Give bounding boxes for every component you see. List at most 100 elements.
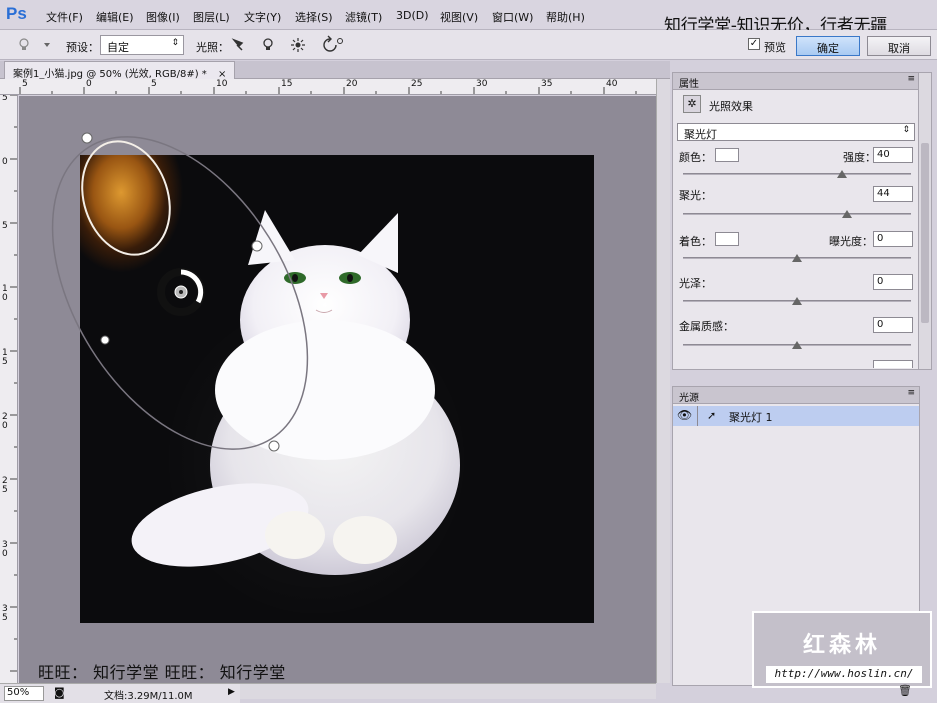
ok-button[interactable]: 确定 — [796, 36, 860, 56]
play-icon[interactable]: ▶ — [228, 687, 235, 697]
hotspot-label: 聚光： — [679, 189, 712, 202]
infinite-light-icon[interactable] — [291, 38, 305, 52]
ruler-left-label: 1 0 — [2, 284, 8, 303]
intensity-input[interactable]: 40 — [873, 147, 913, 163]
ruler-left-label: 2 0 — [2, 412, 8, 431]
ruler-left-label: 5 — [2, 221, 8, 231]
menu-type[interactable]: 文字(Y) — [244, 9, 281, 25]
chevron-updown-icon: ⇕ — [171, 38, 179, 48]
ruler-left-label: 3 5 — [2, 604, 8, 623]
properties-scrollbar[interactable] — [918, 72, 932, 370]
ruler-left-label: 3 0 — [2, 540, 8, 559]
spotlight-icon[interactable] — [231, 38, 244, 51]
menu-edit[interactable]: 编辑(E) — [96, 9, 134, 25]
chevron-updown-icon: ⇕ — [902, 125, 910, 135]
menu-file[interactable]: 文件(F) — [46, 9, 83, 25]
next-input-partial[interactable] — [873, 360, 913, 368]
metallic-slider-thumb[interactable] — [792, 341, 802, 349]
lights-panel-header: 光源 ≡ — [673, 387, 919, 404]
menu-layer[interactable]: 图层(L) — [193, 9, 230, 25]
colorize-label: 着色： — [679, 235, 712, 248]
gloss-input[interactable]: 0 — [873, 274, 913, 290]
ruler-top-label: 10 — [216, 79, 228, 89]
ruler-top-label: 35 — [541, 79, 553, 89]
color-label: 颜色： — [679, 151, 712, 164]
ruler-left-label: 5 — [2, 95, 8, 103]
intensity-slider-thumb[interactable] — [837, 170, 847, 178]
ruler-top[interactable]: 5 0 5 10 15 20 25 30 35 40 — [0, 79, 656, 95]
ruler-left-label: 2 5 — [2, 476, 8, 495]
hotspot-input[interactable]: 44 — [873, 186, 913, 202]
ruler-left[interactable]: 5 0 5 1 0 1 5 2 0 2 5 3 0 3 5 — [0, 95, 18, 683]
properties-scroll-thumb[interactable] — [921, 143, 929, 323]
hoslin-title: 红森林 — [802, 633, 881, 658]
preset-label: 预设： — [66, 41, 99, 54]
options-bar: 预设： 自定 ⇕ 光照： ✓ 预览 确定 取消 — [0, 30, 937, 60]
ruler-top-label: 5 — [22, 79, 28, 89]
exposure-input[interactable]: 0 — [873, 231, 913, 247]
ruler-left-ticks — [10, 95, 17, 672]
zoom-field[interactable]: 50% — [4, 686, 44, 701]
light-type-value: 聚光灯 — [684, 128, 717, 141]
ruler-top-label: 20 — [346, 79, 358, 89]
cancel-button[interactable]: 取消 — [867, 36, 931, 56]
metallic-input[interactable]: 0 — [873, 317, 913, 333]
hotspot-slider[interactable] — [683, 213, 911, 215]
menu-bar: Ps 文件(F) 编辑(E) 图像(I) 图层(L) 文字(Y) 选择(S) 滤… — [0, 0, 937, 36]
light-type-icons — [231, 38, 305, 52]
bottom-watermark-text: 旺旺： 知行学堂 旺旺： 知行学堂 — [38, 663, 286, 682]
light-color-swatch[interactable] — [715, 148, 739, 162]
menu-3d[interactable]: 3D(D) — [396, 9, 429, 22]
document-tab[interactable]: 案例1_小猫.jpg @ 50% (光效, RGB/8#) * × — [4, 61, 236, 80]
gloss-slider-thumb[interactable] — [792, 297, 802, 305]
panel-menu-icon[interactable]: ≡ — [907, 388, 915, 398]
menu-help[interactable]: 帮助(H) — [546, 9, 585, 25]
ruler-top-label: 15 — [281, 79, 293, 89]
preview-checkbox[interactable]: ✓ — [748, 38, 760, 50]
canvas-scrollbar-horizontal[interactable] — [240, 683, 656, 699]
menu-select[interactable]: 选择(S) — [295, 9, 333, 25]
trash-icon[interactable]: 🗑 — [898, 684, 912, 697]
hotspot-slider-thumb[interactable] — [842, 210, 852, 218]
menu-window[interactable]: 窗口(W) — [492, 9, 533, 25]
hoslin-url: http://www.hoslin.cn/ — [766, 666, 922, 683]
doc-info: 文档:3.29M/11.0M — [104, 691, 193, 702]
colorize-swatch[interactable] — [715, 232, 739, 246]
properties-panel: 属性 ≡ ✲ 光照效果 聚光灯 ⇕ 颜色： 强度： 40 聚光： 44 着色： … — [672, 72, 920, 370]
light-list-item[interactable]: 👁 ➚ 聚光灯 1 — [673, 406, 919, 426]
ruler-top-label: 5 — [151, 79, 157, 89]
document-tab-bar: 案例1_小猫.jpg @ 50% (光效, RGB/8#) * × — [0, 61, 670, 80]
point-light-icon[interactable] — [263, 38, 273, 50]
lights-label: 光照： — [196, 41, 229, 54]
ruler-top-label: 25 — [411, 79, 423, 89]
spotlight-icon: ➚ — [707, 409, 717, 422]
ruler-top-ticks — [19, 87, 637, 94]
gloss-label: 光泽： — [679, 277, 712, 290]
light-name: 聚光灯 1 — [729, 411, 773, 424]
menu-view[interactable]: 视图(V) — [440, 9, 478, 25]
preview-label: 预览 — [764, 41, 786, 54]
status-bar: 50% ◙ 文档:3.29M/11.0M ▶ — [0, 683, 240, 703]
panel-menu-icon[interactable]: ≡ — [907, 74, 915, 84]
preset-select[interactable]: 自定 ⇕ — [100, 35, 184, 55]
cat-photo — [131, 210, 460, 575]
document-image[interactable] — [80, 155, 594, 623]
canvas-scrollbar-vertical[interactable] — [656, 79, 670, 683]
photoshop-logo: Ps — [6, 4, 27, 23]
eye-icon[interactable]: 👁 — [677, 408, 692, 422]
exposure-slider-thumb[interactable] — [792, 254, 802, 262]
light-tool-icon[interactable] — [8, 36, 52, 54]
light-type-select[interactable]: 聚光灯 ⇕ — [677, 123, 915, 141]
reset-light-icon[interactable] — [320, 35, 346, 55]
menu-filter[interactable]: 滤镜(T) — [345, 9, 382, 25]
menu-image[interactable]: 图像(I) — [146, 9, 180, 25]
preset-value: 自定 — [107, 41, 129, 54]
effect-title: 光照效果 — [709, 100, 753, 113]
intensity-slider[interactable] — [683, 173, 911, 175]
ruler-top-label: 40 — [606, 79, 618, 89]
intensity-label: 强度： — [843, 151, 876, 164]
ruler-left-label: 1 5 — [2, 348, 8, 367]
status-options-icon[interactable]: ◙ — [54, 686, 65, 699]
hoslin-watermark: 红森林 http://www.hoslin.cn/ — [752, 611, 932, 688]
properties-panel-title: 属性 — [679, 79, 699, 90]
